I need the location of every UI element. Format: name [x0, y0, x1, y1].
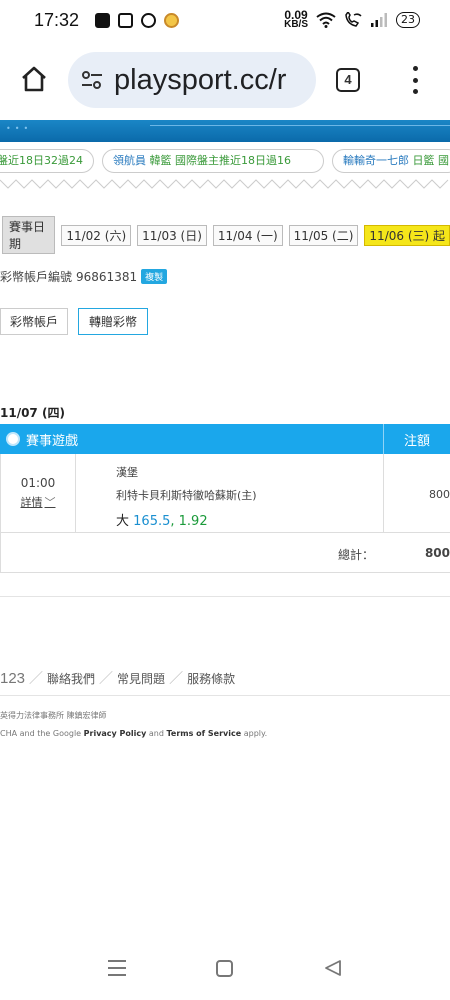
- date-filter: 賽事日期 11/02 (六) 11/03 (日) 11/04 (一) 11/05…: [0, 216, 450, 254]
- contact-link[interactable]: 聯絡我們: [47, 670, 95, 687]
- date-button[interactable]: 11/05 (二): [288, 224, 359, 246]
- date-button[interactable]: 11/03 (日): [137, 224, 207, 246]
- wifi-call-icon: [345, 12, 362, 27]
- status-time: 17:32: [34, 9, 80, 30]
- team-away: 利特卡貝利斯特徹哈蘇斯(主): [116, 489, 257, 502]
- account-actions: 彩幣帳戶 轉贈彩幣: [0, 308, 149, 335]
- orders-table-header: 賽事遊戲 注額: [0, 424, 450, 454]
- account-number: 96861381: [76, 269, 138, 284]
- signal-icon: [371, 13, 387, 27]
- faq-link[interactable]: 常見問題: [117, 670, 165, 687]
- game-cell: 漢堡 利特卡貝利斯特徹哈蘇斯(主) 大 165.5, 1.92: [76, 454, 384, 532]
- expert-ticker: 盤近18日32過24 領航員 韓籃 國際盤主推近18日過16 輸輸奇一七郎 日籃…: [0, 149, 450, 175]
- bet-amount: 800: [429, 488, 450, 501]
- ticker-item[interactable]: 領航員 韓籃 國際盤主推近18日過16: [102, 149, 324, 173]
- order-date: 11/07 (四): [0, 406, 65, 420]
- status-bar: 17:32 0.09 KB/S 23: [0, 0, 450, 40]
- back-icon[interactable]: [324, 959, 342, 977]
- account-label: 彩幣帳戶編號: [0, 270, 73, 284]
- game-time: 01:00: [20, 476, 56, 490]
- chevron-down-icon: ﹀: [44, 496, 56, 509]
- legal-counsel: 英得力法律事務所 陳鎮宏律師: [0, 711, 107, 720]
- table-row: 01:00 詳情 ﹀ 漢堡 利特卡貝利斯特徹哈蘇斯(主) 大 165.5, 1.9…: [0, 454, 450, 533]
- app-icon: [164, 12, 180, 28]
- system-icons: 0.09 KB/S 23: [284, 8, 420, 30]
- game-time-cell: 01:00 詳情 ﹀: [0, 454, 76, 532]
- wallet-button[interactable]: 彩幣帳戶: [0, 308, 69, 335]
- instagram-icon: [118, 12, 134, 28]
- bet-pick: 大 165.5, 1.92: [116, 514, 208, 529]
- team-home: 漢堡: [116, 466, 138, 479]
- date-button[interactable]: 11/02 (六): [61, 224, 132, 246]
- divider: [0, 596, 450, 597]
- col-game: 賽事遊戲: [0, 424, 384, 454]
- ticker-item[interactable]: 輸輸奇一七郎 日籃 國: [332, 149, 450, 173]
- browser-toolbar: playsport.cc/r 4: [0, 48, 450, 110]
- wifi-icon: [316, 12, 336, 28]
- system-nav-bar: [0, 952, 450, 986]
- recaptcha-notice: CHA and the Google Privacy Policy and Te…: [0, 729, 268, 738]
- notification-icons: [95, 12, 180, 28]
- facebook-icon: [95, 12, 111, 28]
- recents-icon[interactable]: [108, 960, 126, 976]
- home-icon[interactable]: [20, 65, 48, 93]
- col-amount: 注額: [403, 433, 430, 449]
- ticker-item[interactable]: 盤近18日32過24: [0, 149, 94, 173]
- battery-icon: 23: [396, 12, 420, 28]
- header-nav: [150, 120, 450, 126]
- gift-coins-button[interactable]: 轉贈彩幣: [78, 308, 149, 335]
- address-bar[interactable]: playsport.cc/r: [68, 52, 316, 108]
- footer-number: 123: [0, 669, 26, 687]
- more-menu-icon[interactable]: [410, 66, 420, 94]
- date-button[interactable]: 11/04 (一): [212, 224, 283, 246]
- terms-link[interactable]: 服務條款: [187, 670, 235, 687]
- home-nav-icon[interactable]: [216, 960, 233, 977]
- coins-icon: [6, 432, 20, 446]
- tabs-icon[interactable]: 4: [336, 68, 360, 92]
- account-info: 彩幣帳戶編號 96861381 複製: [0, 268, 168, 285]
- threads-icon: [141, 12, 157, 28]
- date-filter-label: 賽事日期: [2, 216, 56, 254]
- details-link[interactable]: 詳情 ﹀: [21, 494, 56, 510]
- net-speed: 0.09 KB/S: [284, 8, 308, 30]
- total-value: 800: [424, 546, 450, 560]
- terms-of-service-link[interactable]: Terms of Service: [167, 729, 242, 738]
- footer-links: 123 ／ 聯絡我們 ／ 常見問題 ／ 服務條款: [0, 669, 236, 688]
- copy-button[interactable]: 複製: [141, 269, 168, 284]
- site-settings-icon[interactable]: [80, 69, 104, 91]
- header-decoration: •••: [6, 124, 33, 133]
- site-header: •••: [0, 120, 450, 142]
- total-row: 總計： 800: [0, 533, 450, 573]
- date-button-active[interactable]: 11/06 (三) 起: [364, 224, 450, 246]
- divider: [0, 695, 450, 696]
- divider-zigzag: [0, 179, 449, 189]
- privacy-link[interactable]: Privacy Policy: [84, 729, 147, 738]
- url-text: playsport.cc/r: [114, 63, 287, 96]
- total-label: 總計：: [337, 548, 374, 562]
